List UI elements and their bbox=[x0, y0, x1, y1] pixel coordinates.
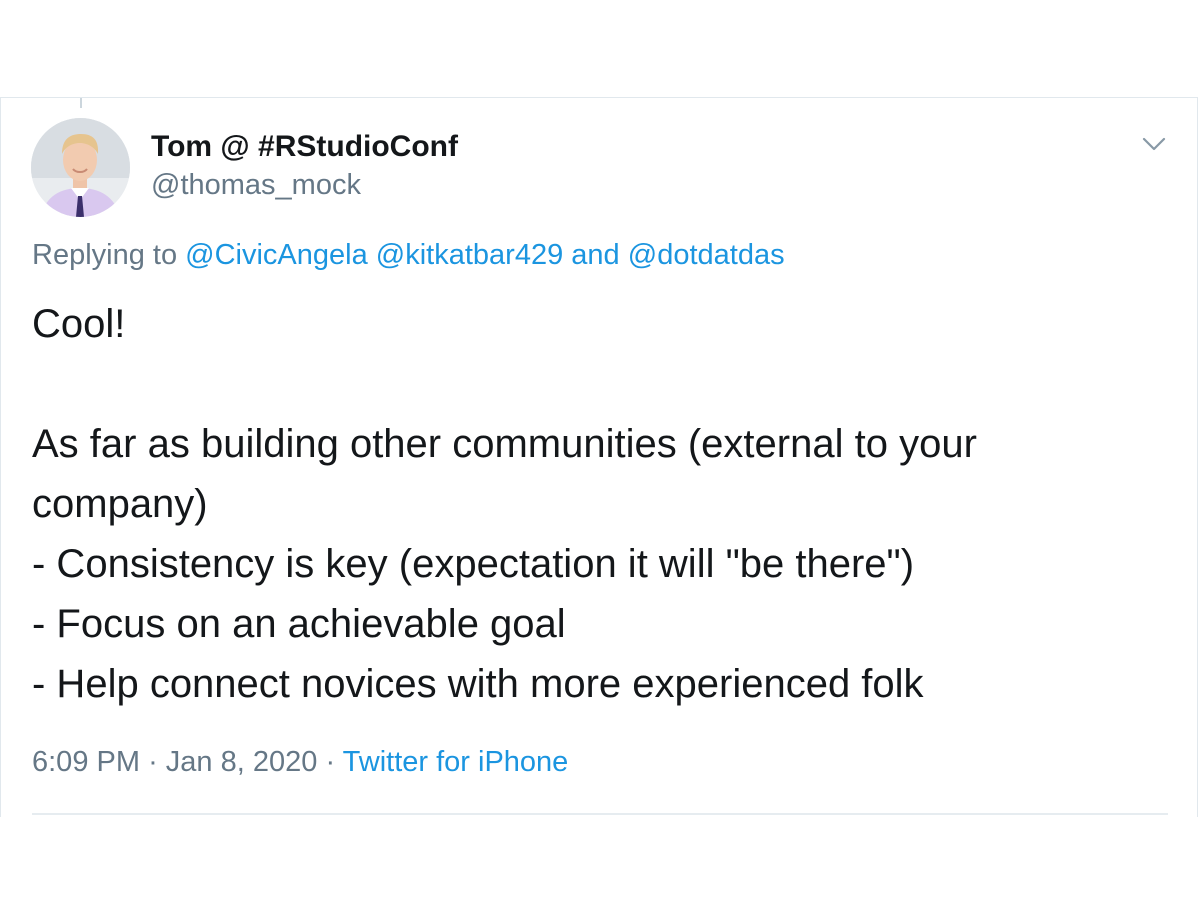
tweet-text-line: - Consistency is key (expectation it wil… bbox=[32, 542, 915, 586]
author-handle[interactable]: @thomas_mock bbox=[151, 169, 361, 202]
person-avatar-icon bbox=[31, 118, 130, 217]
mention-link[interactable]: @dotdatdas bbox=[628, 239, 785, 271]
thread-connector-line bbox=[80, 98, 82, 108]
tweet-text: Cool! As far as building other communiti… bbox=[32, 294, 1162, 714]
author-name[interactable]: Tom @ #RStudioConf bbox=[151, 130, 458, 164]
tweet-text-line: company) bbox=[32, 482, 208, 526]
avatar[interactable] bbox=[31, 118, 130, 217]
tweet-text-line: - Help connect novices with more experie… bbox=[32, 662, 924, 706]
meta-separator: · bbox=[325, 746, 336, 778]
replying-to-line: Replying to @CivicAngela @kitkatbar429 a… bbox=[32, 239, 785, 272]
replying-to-label: Replying to bbox=[32, 239, 178, 271]
tweet-time[interactable]: 6:09 PM bbox=[32, 746, 140, 778]
tweet-card: Tom @ #RStudioConf @thomas_mock Replying… bbox=[0, 97, 1198, 817]
divider bbox=[32, 813, 1168, 815]
tweet-metadata: 6:09 PM · Jan 8, 2020 · Twitter for iPho… bbox=[32, 746, 568, 779]
mention-link[interactable]: @CivicAngela bbox=[185, 239, 368, 271]
tweet-menu-button[interactable] bbox=[1141, 134, 1167, 154]
meta-separator: · bbox=[148, 746, 158, 778]
page: Tom @ #RStudioConf @thomas_mock Replying… bbox=[0, 0, 1200, 912]
chevron-down-icon bbox=[1142, 137, 1166, 151]
tweet-source-link[interactable]: Twitter for iPhone bbox=[343, 746, 569, 778]
reply-conjunction: and bbox=[571, 239, 620, 271]
tweet-text-line: Cool! bbox=[32, 302, 126, 346]
tweet-date[interactable]: Jan 8, 2020 bbox=[166, 746, 318, 778]
tweet-text-line: - Focus on an achievable goal bbox=[32, 602, 566, 646]
tweet-text-line: As far as building other communities (ex… bbox=[32, 422, 977, 466]
mention-link[interactable]: @kitkatbar429 bbox=[376, 239, 563, 271]
